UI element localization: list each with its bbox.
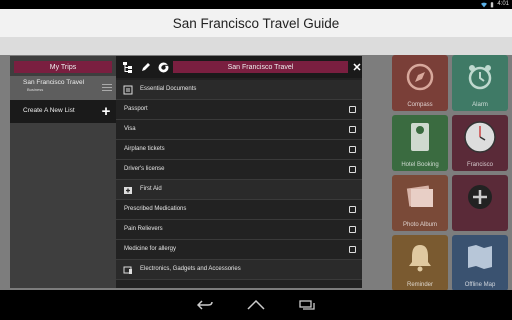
close-icon[interactable]: ✕ <box>351 59 363 75</box>
item-checkbox[interactable] <box>349 106 356 113</box>
checklist-rows: Essential Documents Passport Visa Airpla… <box>116 80 362 288</box>
home-icon[interactable] <box>246 298 266 312</box>
trip-name: San Francisco Travel <box>23 79 85 86</box>
chrome-icon[interactable] <box>156 60 170 74</box>
item-label: Airplane tickets <box>124 146 165 152</box>
my-trips-header: My Trips <box>14 61 112 73</box>
item-checkbox[interactable] <box>349 206 356 213</box>
category-row: Electronics, Gadgets and Accessories <box>116 260 362 280</box>
tile-hotel-booking[interactable]: Hotel Booking <box>392 115 448 171</box>
clock-icon <box>464 121 496 154</box>
tile-reminder[interactable]: Reminder <box>392 235 448 290</box>
bell-icon <box>409 245 431 272</box>
tree-icon[interactable] <box>121 60 135 74</box>
checklist-panel: San Francisco Travel ✕ Essential Documen… <box>116 56 362 288</box>
create-list-label: Create A New List <box>23 107 75 114</box>
item-checkbox[interactable] <box>349 146 356 153</box>
checklist-item[interactable]: Driver's license <box>116 160 362 180</box>
checklist-item[interactable]: Prescribed Medications <box>116 200 362 220</box>
photo-icon <box>406 185 433 208</box>
document-icon <box>123 85 133 95</box>
tile-offline-map[interactable]: Offline Map <box>452 235 508 290</box>
checklist-item[interactable]: Pain Relievers <box>116 220 362 240</box>
alarm-clock-icon <box>468 65 492 90</box>
tile-alarm[interactable]: Alarm <box>452 55 508 111</box>
trip-subtitle: Business <box>27 87 44 92</box>
app-title: San Francisco Travel Guide <box>172 15 340 31</box>
tile-label: Hotel Booking <box>401 162 439 168</box>
item-label: Pain Relievers <box>124 226 163 232</box>
checklist-item[interactable]: Medicine for allergy <box>116 240 362 260</box>
tile-compass[interactable]: Compass <box>392 55 448 111</box>
tile-label: Alarm <box>472 102 488 108</box>
drag-handle-icon[interactable] <box>102 84 112 93</box>
action-bar <box>0 37 512 55</box>
tile-label: Photo Album <box>402 222 438 228</box>
category-label: Essential Documents <box>140 86 197 92</box>
item-checkbox[interactable] <box>349 226 356 233</box>
navigation-bar <box>0 290 512 320</box>
tile-label: Offline Map <box>464 282 496 288</box>
trip-checklist-dialog: My Trips San Francisco Travel Business C… <box>10 56 362 288</box>
tile-francisco[interactable]: Francisco <box>452 115 508 171</box>
device-icon <box>123 266 132 274</box>
checklist-title: San Francisco Travel <box>173 61 348 73</box>
add-circle-icon <box>468 185 492 210</box>
item-label: Medicine for allergy <box>124 246 177 252</box>
item-label: Passport <box>124 106 148 112</box>
tile-photo-album[interactable]: Photo Album <box>392 175 448 231</box>
category-label: Electronics, Gadgets and Accessories <box>140 266 241 272</box>
item-checkbox[interactable] <box>349 166 356 173</box>
door-hanger-icon <box>411 123 429 152</box>
category-row: Essential Documents <box>116 80 362 100</box>
map-icon <box>468 245 492 270</box>
item-checkbox[interactable] <box>349 246 356 253</box>
category-row: First Aid <box>116 180 362 200</box>
back-icon[interactable] <box>195 298 215 312</box>
recent-apps-icon[interactable] <box>297 298 317 312</box>
first-aid-icon <box>124 187 132 194</box>
wifi-icon <box>481 2 488 7</box>
item-checkbox[interactable] <box>349 126 356 133</box>
checklist-item[interactable]: Passport <box>116 100 362 120</box>
tile-label: Compass <box>407 102 433 108</box>
status-time: 4:01 <box>497 1 509 7</box>
battery-icon <box>491 1 494 7</box>
checklist-item[interactable]: Visa <box>116 120 362 140</box>
item-label: Prescribed Medications <box>124 206 187 212</box>
trip-list-item[interactable]: San Francisco Travel Business <box>10 76 116 100</box>
checklist-item[interactable]: Airplane tickets <box>116 140 362 160</box>
tile-add[interactable] <box>452 175 508 231</box>
tile-label: Reminder <box>406 282 433 288</box>
compass-icon <box>406 64 434 91</box>
status-bar: 4:01 <box>0 0 512 9</box>
plus-icon[interactable]: + <box>99 102 113 120</box>
tile-label: Francisco <box>466 162 493 168</box>
item-label: Visa <box>124 126 136 132</box>
category-label: First Aid <box>140 186 162 192</box>
my-trips-panel: My Trips San Francisco Travel Business C… <box>10 56 116 288</box>
checklist-toolbar: San Francisco Travel ✕ <box>116 56 362 78</box>
create-list-button[interactable]: Create A New List + <box>10 100 116 123</box>
item-label: Driver's license <box>124 166 165 172</box>
edit-icon[interactable] <box>139 60 153 74</box>
app-title-bar: San Francisco Travel Guide <box>0 9 512 37</box>
